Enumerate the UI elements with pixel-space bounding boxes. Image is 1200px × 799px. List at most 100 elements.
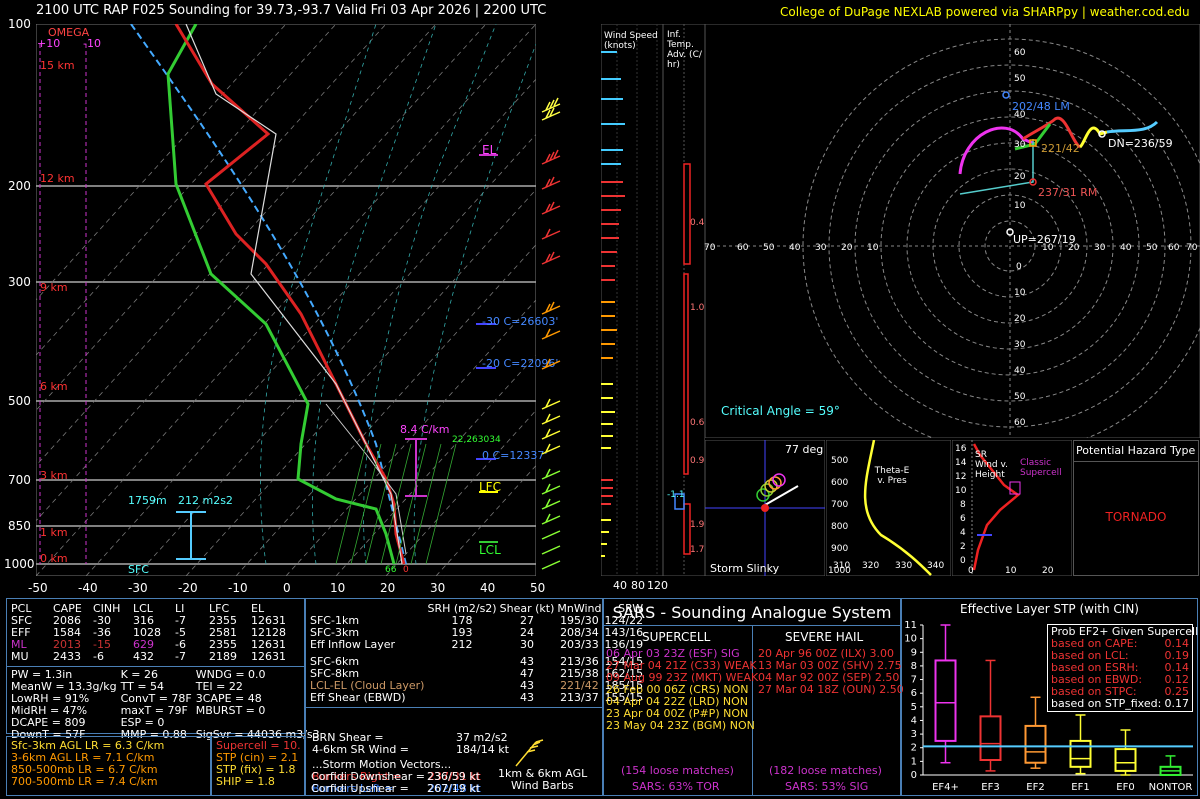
- pressure-label-200: 200: [8, 179, 31, 193]
- hazard-value: TORNADO: [1105, 510, 1167, 524]
- height-label: 12 km: [40, 172, 75, 185]
- height-label: 9 km: [40, 281, 68, 294]
- thetae-xtick: 320: [862, 561, 880, 571]
- height-label: 3 km: [40, 469, 68, 482]
- hodo-ytick: 50: [1014, 392, 1026, 402]
- srwind-ytick: 16: [955, 444, 967, 454]
- sr46-label: 4-6km SR Wind =: [312, 743, 410, 756]
- cell: 432: [133, 650, 154, 663]
- sars-loose-hail: (182 loose matches): [769, 764, 882, 777]
- hodo-ytick: 0: [1016, 262, 1022, 272]
- tadv-label: 0.9: [690, 456, 705, 466]
- thetae-xtick: 330: [895, 561, 913, 571]
- sars-title: SARS - Sounding Analogue System: [612, 603, 892, 622]
- hodo-ytick: 10: [1014, 201, 1026, 211]
- sars-supercell-heading: SUPERCELL: [642, 630, 711, 644]
- y-tick-label: 11: [904, 620, 917, 631]
- theta-e-title: Theta-E v. Pres: [874, 466, 910, 486]
- hodo-xtick: 60: [1168, 243, 1180, 253]
- lfc-label: LFC: [479, 480, 501, 494]
- temp-tick: 40: [480, 581, 496, 595]
- lapse-rate-panel: Sfc-3km AGL LR = 6.3 C/km 3-6km AGL LR =…: [6, 736, 211, 796]
- hodo-ytick: 60: [1014, 418, 1026, 428]
- thetae-ytick: 700: [831, 500, 849, 510]
- srh-depth: 1759m: [128, 494, 167, 507]
- wind-tick: 120: [647, 579, 668, 592]
- tadv-label: 1.9: [690, 520, 705, 530]
- y-tick-label: 5: [911, 702, 917, 713]
- temp-tick: -20: [178, 581, 198, 595]
- storm-slinky: [705, 440, 825, 576]
- temp-tick: 20: [380, 581, 396, 595]
- cell: 203/33: [560, 638, 599, 651]
- thetae-ytick: 900: [831, 544, 849, 554]
- hodo-ytick: 30: [1014, 340, 1026, 350]
- y-tick-label: 1: [911, 756, 917, 767]
- sars-hail-heading: SEVERE HAIL: [785, 630, 864, 644]
- lcl-label: LCL: [479, 543, 501, 557]
- y-tick-label: 8: [911, 661, 917, 672]
- tadv-label: 1.7: [690, 545, 705, 555]
- temp-tick: 10: [330, 581, 346, 595]
- srwind-ytick: 10: [955, 486, 967, 496]
- temp-tick: 0: [283, 581, 291, 595]
- hodo-xtick: 20: [841, 243, 853, 253]
- height-label: 0 km: [40, 552, 68, 565]
- y-tick-label: 7: [911, 675, 917, 686]
- hodo-mean: 221/42: [1041, 142, 1080, 155]
- skewt-chart: [36, 24, 536, 576]
- omega-left: +10: [37, 37, 61, 50]
- hodo-rm: 237/31 RM: [1038, 186, 1098, 199]
- sars-supercell-list: 06 Apr 03 23Z (ESF) SIG 27 Mar 04 21Z (C…: [606, 648, 758, 732]
- category-label: EF3: [981, 782, 999, 793]
- hodo-ytick: 10: [1014, 288, 1026, 298]
- sars-hail-list: 20 Apr 96 00Z (ILX) 3.00 13 Mar 03 00Z (…: [758, 648, 904, 696]
- parcel-panel: PCL CAPE CINH LCL LI LFC EL SFC 2086 -30 31…: [6, 598, 320, 741]
- thetae-xtick: 310: [833, 561, 851, 571]
- category-label: EF2: [1026, 782, 1044, 793]
- sars-tor-pct: SARS: 63% TOR: [632, 780, 720, 793]
- tadv-label: -1.1: [667, 490, 685, 500]
- pressure-label-850: 850: [8, 519, 31, 533]
- hodo-ytick: 60: [1014, 48, 1026, 58]
- table-row: Eff Shear (EBWD) 43 213/37 155/15: [310, 692, 646, 704]
- kinematics-table: SRH (m2/s2) Shear (kt) MnWind SRW SFC-1km 17…: [310, 603, 646, 704]
- hodo-xtick: 50: [763, 243, 775, 253]
- box-body: [979, 715, 1002, 762]
- hodo-xtick: 70: [704, 243, 716, 253]
- sfc-dewpoint: 0: [403, 565, 409, 575]
- parcel-table: PCL CAPE CINH LCL LI LFC EL SFC 2086 -30 31…: [11, 603, 290, 663]
- y-tick-label: 4: [911, 715, 917, 726]
- wind-speed-title: Wind Speed: [604, 31, 658, 41]
- hodo-ytick: 40: [1014, 110, 1026, 120]
- srwind-ytick: 2: [960, 542, 966, 552]
- sars-loose-supercell: (154 loose matches): [621, 764, 734, 777]
- stp-prob-box: Prob EF2+ Given Supercell based on CAPE:…: [1047, 624, 1198, 712]
- hodo-ytick: 30: [1014, 140, 1026, 150]
- hodo-xtick: 40: [789, 243, 801, 253]
- category-label: EF1: [1071, 782, 1089, 793]
- temp-tick: -30: [128, 581, 148, 595]
- hodo-ytick: 40: [1014, 366, 1026, 376]
- composite-line: SHIP = 1.8: [216, 775, 275, 788]
- hazard-panel: Potential Hazard Type TORNADO: [1073, 440, 1199, 576]
- composite-panel: Supercell = 10. STP (cin) = 2.1 STP (fix…: [211, 736, 305, 796]
- y-tick-label: 10: [904, 634, 917, 645]
- temp-tick: 50: [530, 581, 546, 595]
- y-tick-label: 3: [911, 729, 917, 740]
- agl-wind-barbs-icon: [515, 739, 544, 767]
- srwind-xtick: 20: [1042, 566, 1054, 576]
- srwind-ytick: 6: [960, 514, 966, 524]
- cell: 212: [451, 638, 473, 651]
- corfidi-up-label: Corfidi Upshear =: [311, 782, 409, 795]
- source-credit: College of DuPage NEXLAB powered via SHA…: [780, 5, 1190, 19]
- tadv-label: 0.4: [690, 218, 705, 228]
- list-item: 23 May 04 23Z (BGM) NON: [606, 719, 755, 732]
- hodo-xtick: 50: [1146, 243, 1158, 253]
- temp-advection-title: Inf. Temp. Adv. (C/ hr): [667, 30, 702, 70]
- cell: 43: [519, 691, 534, 704]
- hodo-ytick: 50: [1014, 74, 1026, 84]
- tadv-label: 0.6: [690, 418, 705, 428]
- hodo-dn: DN=236/59: [1108, 137, 1173, 150]
- cell: 12631: [251, 650, 286, 663]
